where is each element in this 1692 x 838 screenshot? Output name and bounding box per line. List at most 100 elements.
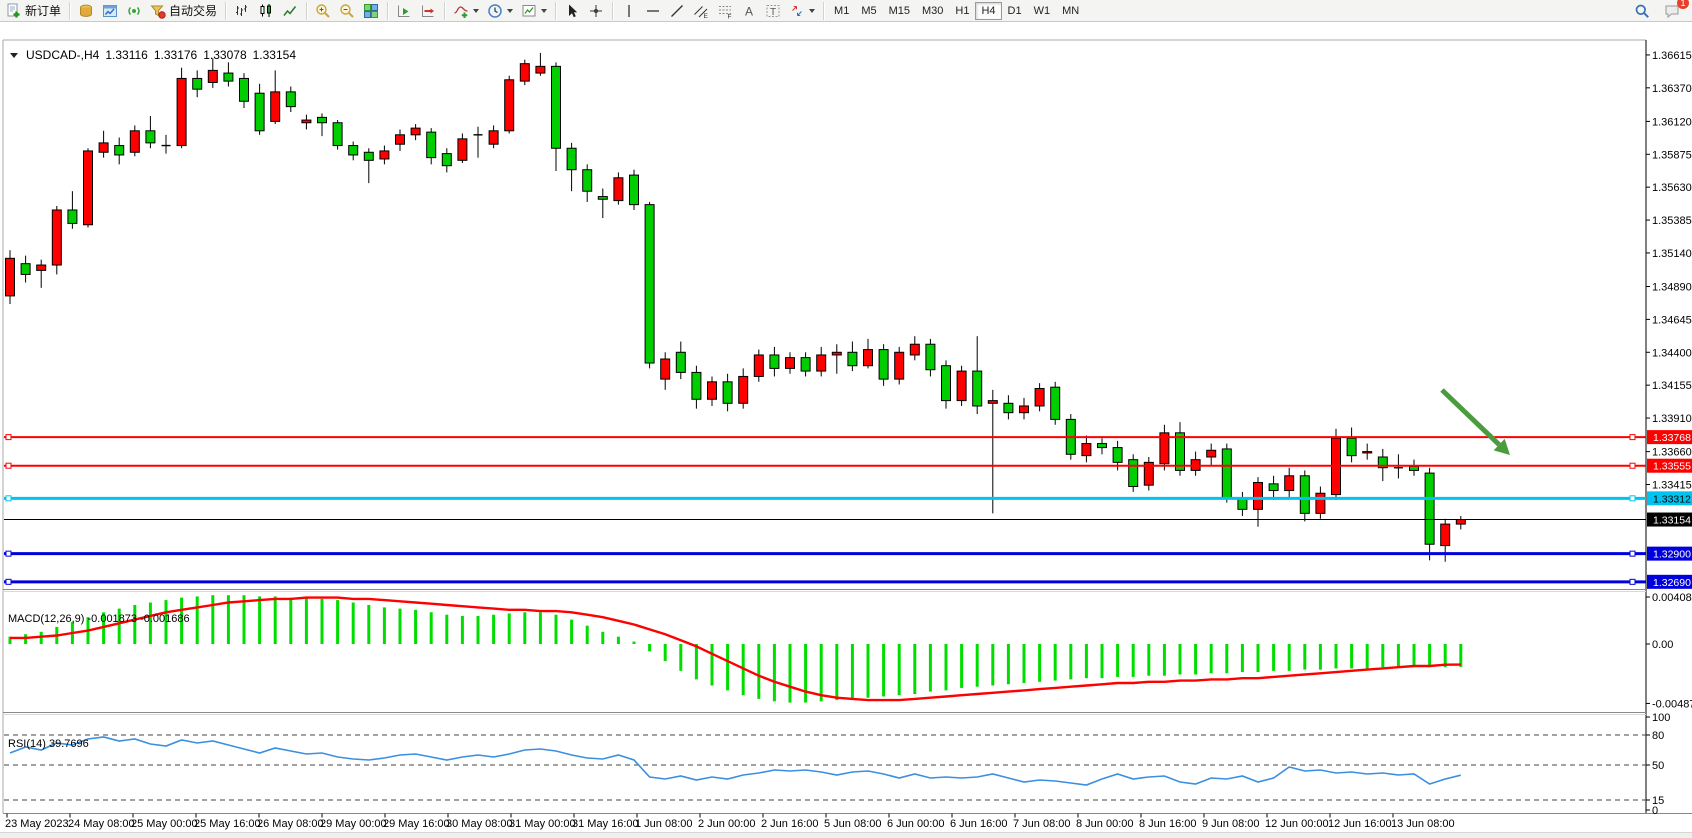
- trendline-icon: [669, 3, 685, 19]
- zoom-out-icon: [339, 3, 355, 19]
- templates-dropdown-caret: [541, 9, 547, 13]
- line-chart-icon: [282, 3, 298, 19]
- new-order-button[interactable]: 新订单: [2, 1, 65, 21]
- crosshair-tool-button[interactable]: [584, 1, 608, 21]
- zoom-out-button[interactable]: [335, 1, 359, 21]
- channel-icon: E: [693, 3, 709, 19]
- search-button[interactable]: [1630, 1, 1654, 21]
- channel-tool-button[interactable]: E: [689, 1, 713, 21]
- timeframe-M30[interactable]: M30: [916, 2, 949, 20]
- templates-button[interactable]: [517, 1, 551, 21]
- timeframe-M1[interactable]: M1: [828, 2, 855, 20]
- time-axis[interactable]: [4, 813, 1646, 832]
- market-watch-button[interactable]: [98, 1, 122, 21]
- navigator-icon: [126, 3, 142, 19]
- profiles-icon: [78, 3, 94, 19]
- notification-badge[interactable]: 1: [1677, 0, 1689, 9]
- navigator-button[interactable]: [122, 1, 146, 21]
- close-value: 1.33154: [253, 48, 296, 62]
- svg-text:E: E: [704, 13, 709, 19]
- indicators-icon: [453, 3, 469, 19]
- profiles-button[interactable]: [74, 1, 98, 21]
- toolbar-separator: [225, 2, 226, 20]
- horizontal-line-tool-button[interactable]: [641, 1, 665, 21]
- text-label-icon: T: [765, 3, 781, 19]
- timeframe-group: M1M5M15M30H1H4D1W1MN: [828, 1, 1085, 20]
- line-chart-button[interactable]: [278, 1, 302, 21]
- timeframe-MN[interactable]: MN: [1056, 2, 1085, 20]
- market-watch-icon: [102, 3, 118, 19]
- svg-text:A: A: [745, 4, 753, 18]
- chart-header: USDCAD-,H4 1.33116 1.33176 1.33078 1.331…: [10, 48, 296, 62]
- low-value: 1.33078: [203, 48, 246, 62]
- toolbar-separator: [555, 2, 556, 20]
- chart-shift-button[interactable]: [416, 1, 440, 21]
- symbol-dropdown-icon[interactable]: [10, 53, 18, 58]
- text-tool-button[interactable]: A: [737, 1, 761, 21]
- search-icon: [1634, 3, 1650, 19]
- price-axis[interactable]: [1646, 43, 1692, 813]
- candlestick-chart-icon: [258, 3, 274, 19]
- macd-pane[interactable]: [4, 592, 1646, 711]
- fibonacci-icon: F: [717, 3, 733, 19]
- open-value: 1.33116: [105, 48, 148, 62]
- periods-button[interactable]: [483, 1, 517, 21]
- arrows-tool-button[interactable]: [785, 1, 819, 21]
- indicators-dropdown-caret: [473, 9, 479, 13]
- bar-chart-button[interactable]: [230, 1, 254, 21]
- symbol-period-label: USDCAD-,H4: [26, 48, 99, 62]
- svg-text:F: F: [728, 13, 732, 19]
- auto-trading-icon: [150, 3, 166, 19]
- toolbar-separator: [306, 2, 307, 20]
- indicators-button[interactable]: [449, 1, 483, 21]
- timeframe-H1[interactable]: H1: [949, 2, 975, 20]
- svg-text:T: T: [770, 7, 776, 18]
- rsi-name: RSI(14): [8, 738, 46, 750]
- toolbar-separator: [444, 2, 445, 20]
- toolbar-separator: [823, 2, 824, 20]
- macd-main-value: -0.001873: [87, 613, 137, 625]
- window-bottom-edge: [0, 832, 1692, 838]
- macd-indicator-label: MACD(12,26,9) -0.001873 -0.001686: [8, 613, 190, 625]
- auto-scroll-icon: [396, 3, 412, 19]
- vertical-line-icon: [621, 3, 637, 19]
- timeframe-M15[interactable]: M15: [883, 2, 916, 20]
- arrows-icon: [789, 3, 805, 19]
- fibonacci-tool-button[interactable]: F: [713, 1, 737, 21]
- toolbar-separator: [69, 2, 70, 20]
- zoom-in-button[interactable]: [311, 1, 335, 21]
- crosshair-icon: [588, 3, 604, 19]
- rsi-pane[interactable]: [4, 714, 1646, 813]
- main-price-pane[interactable]: [4, 43, 1646, 588]
- tile-windows-button[interactable]: [359, 1, 383, 21]
- rsi-value: 39.7696: [49, 738, 89, 750]
- bar-chart-icon: [234, 3, 250, 19]
- templates-icon: [521, 3, 537, 19]
- periods-dropdown-caret: [507, 9, 513, 13]
- zoom-in-icon: [315, 3, 331, 19]
- toolbar-separator: [387, 2, 388, 20]
- text-icon: A: [741, 3, 757, 19]
- timeframe-M5[interactable]: M5: [855, 2, 882, 20]
- vertical-line-tool-button[interactable]: [617, 1, 641, 21]
- macd-name: MACD(12,26,9): [8, 613, 84, 625]
- timeframe-H4[interactable]: H4: [975, 2, 1001, 20]
- candlestick-chart-button[interactable]: [254, 1, 278, 21]
- trendline-tool-button[interactable]: [665, 1, 689, 21]
- toolbar: 新订单 自动交易: [0, 0, 1692, 22]
- arrows-dropdown-caret: [809, 9, 815, 13]
- auto-scroll-button[interactable]: [392, 1, 416, 21]
- auto-trading-button[interactable]: 自动交易: [146, 1, 221, 21]
- clock-icon: [487, 3, 503, 19]
- timeframe-D1[interactable]: D1: [1002, 2, 1028, 20]
- chart-window: 1.366151.363701.361201.358751.356301.353…: [0, 22, 1692, 838]
- cursor-tool-button[interactable]: [560, 1, 584, 21]
- cursor-icon: [564, 3, 580, 19]
- new-order-label: 新订单: [25, 2, 61, 19]
- toolbar-separator: [612, 2, 613, 20]
- text-label-tool-button[interactable]: T: [761, 1, 785, 21]
- horizontal-line-icon: [645, 3, 661, 19]
- auto-trading-label: 自动交易: [169, 2, 217, 19]
- mt4-terminal: 新订单 自动交易: [0, 0, 1692, 838]
- timeframe-W1[interactable]: W1: [1028, 2, 1057, 20]
